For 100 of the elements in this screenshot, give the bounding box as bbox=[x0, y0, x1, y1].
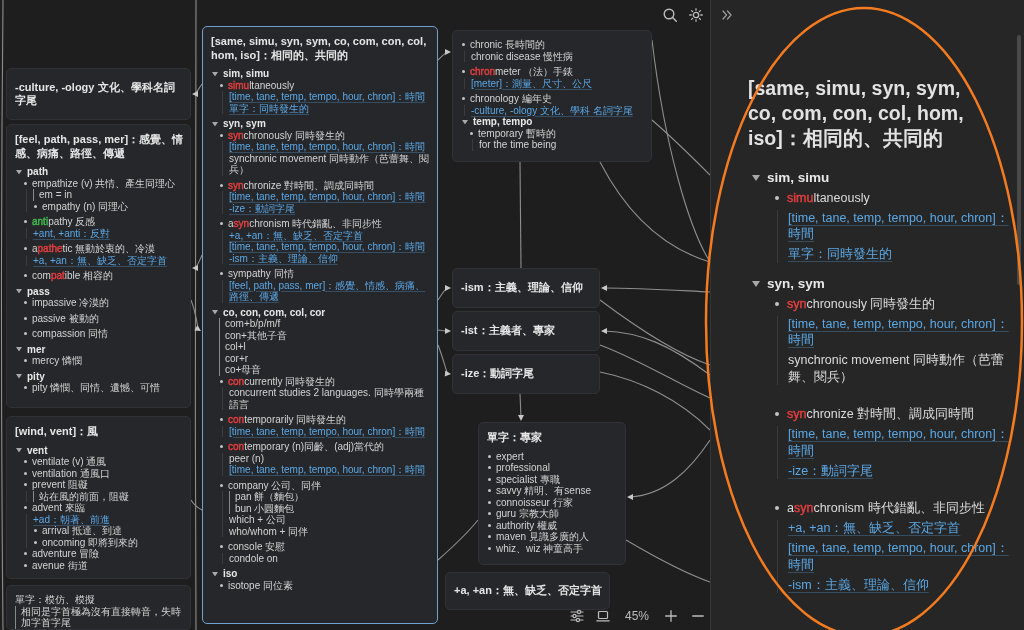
list-item-text: synchronously 同時發生的 bbox=[228, 129, 345, 141]
internal-link[interactable]: [time, tane, temp, tempo, hour, chron]：時間 bbox=[788, 315, 1010, 349]
list-item-text: ventilate (v) 通風 bbox=[32, 456, 107, 468]
triangle-icon[interactable] bbox=[462, 119, 468, 124]
internal-link[interactable]: [time, tane, temp, tempo, hour, chron]：時間 bbox=[788, 209, 1010, 243]
section-heading: sim, simu bbox=[223, 68, 270, 80]
canvas-card[interactable]: -ize：動詞字尾 bbox=[452, 354, 600, 394]
internal-link[interactable]: -culture, -ology 文化、學科 名詞字尾 bbox=[471, 104, 633, 116]
internal-link[interactable]: [time, tane, temp, tempo, hour, chron]：時間 bbox=[229, 464, 426, 476]
bullet-icon bbox=[24, 274, 27, 278]
card-title: 單字：專家 bbox=[487, 431, 543, 445]
bullet-icon bbox=[24, 181, 27, 185]
card-title: -ism：主義、理論、信仰 bbox=[461, 281, 583, 295]
section-heading: temp, tempo bbox=[473, 116, 533, 128]
internal-link[interactable]: +a, +an：無、缺乏、否定字首 bbox=[229, 229, 363, 241]
connector-arrow bbox=[437, 328, 451, 334]
bullet-icon bbox=[34, 204, 37, 208]
bullet-icon bbox=[488, 454, 491, 458]
internal-link[interactable]: 單字：同時發生的 bbox=[229, 102, 309, 114]
note-text: concurrent studies 2 languages. 同時學兩種語言 bbox=[229, 387, 424, 410]
bullet-icon bbox=[24, 359, 27, 363]
list-item-text: specialist 專職 bbox=[496, 473, 560, 485]
list-item-text: simultaneously bbox=[787, 189, 870, 206]
connector-arrow bbox=[192, 254, 203, 271]
canvas-card[interactable]: 單字：模仿、模擬 相同是字首極為沒有直接轉音，失時加字首字尾 bbox=[6, 585, 191, 630]
internal-link[interactable]: [time, tane, temp, tempo, hour, chron]：時間 bbox=[229, 241, 426, 253]
note-text: who/whom + 同伴 bbox=[229, 525, 309, 537]
note-text: for the time being bbox=[479, 139, 557, 150]
list-item-text: chronology 編年史 bbox=[470, 93, 552, 105]
internal-link[interactable]: -ism：主義、理論、信仰 bbox=[229, 252, 338, 264]
laptop-icon[interactable] bbox=[596, 609, 610, 623]
triangle-icon[interactable] bbox=[16, 374, 22, 379]
quote-text: pan 餅（麵包） bbox=[235, 491, 305, 502]
sun-icon[interactable] bbox=[689, 8, 703, 22]
connector-arrow bbox=[437, 285, 451, 301]
internal-link[interactable]: +ad：朝著、前進 bbox=[33, 513, 110, 525]
internal-link[interactable]: [time, tane, temp, tempo, hour, chron]：時間 bbox=[229, 191, 426, 203]
triangle-icon[interactable] bbox=[752, 174, 760, 181]
card-title: +a, +an：無、缺乏、否定字首 bbox=[454, 584, 602, 598]
bullet-icon bbox=[34, 540, 37, 544]
triangle-icon[interactable] bbox=[212, 71, 218, 76]
internal-link[interactable]: [time, tane, temp, tempo, hour, chron]：時間 bbox=[229, 425, 426, 437]
internal-link[interactable]: [time, tane, temp, tempo, hour, chron]：時間 bbox=[788, 426, 1010, 459]
list-item-text: empathize (v) 共情、產生同理心 bbox=[32, 177, 176, 189]
triangle-icon[interactable] bbox=[16, 347, 22, 352]
bullet-icon bbox=[462, 70, 465, 74]
bullet-icon bbox=[488, 466, 491, 470]
triangle-icon[interactable] bbox=[752, 280, 760, 287]
list-item-text: authority 權威 bbox=[496, 519, 558, 531]
internal-link[interactable]: -ism：主義、理論、信仰 bbox=[788, 576, 929, 593]
list-item-text: company 公司、同伴 bbox=[228, 479, 322, 491]
card-title: -culture, -ology 文化、學科名詞字尾 bbox=[15, 80, 176, 108]
triangle-icon[interactable] bbox=[16, 169, 22, 174]
triangle-icon[interactable] bbox=[212, 310, 218, 315]
bullet-icon bbox=[470, 131, 473, 135]
search-icon[interactable] bbox=[663, 8, 677, 22]
section-heading: syn, sym bbox=[223, 118, 266, 130]
canvas-card[interactable]: -ism：主義、理論、信仰 bbox=[452, 268, 600, 308]
quote-text: 站在風的前面，阻礙 bbox=[39, 490, 129, 502]
canvas-card[interactable] bbox=[202, 26, 438, 624]
list-item-text: isotope 同位素 bbox=[228, 579, 294, 591]
connector-arrow bbox=[192, 83, 203, 97]
quote-text: co+母音 bbox=[225, 364, 262, 375]
plus-icon[interactable] bbox=[665, 610, 678, 622]
internal-link[interactable]: [feel, path, pass, mer]：感覺、情感、病痛、路徑、傳遞 bbox=[229, 279, 431, 303]
double-chevron-icon[interactable] bbox=[722, 10, 732, 20]
bullet-icon bbox=[220, 272, 223, 276]
triangle-icon[interactable] bbox=[212, 571, 218, 576]
list-item-text: simultaneously bbox=[228, 79, 295, 91]
list-item-text: oncoming 即將到來的 bbox=[42, 536, 139, 548]
internal-link[interactable]: [time, tane, temp, tempo, hour, chron]：時間 bbox=[229, 141, 426, 153]
list-item-text: concurrently 同時發生的 bbox=[228, 375, 336, 387]
canvas-card[interactable]: +a, +an：無、缺乏、否定字首 bbox=[445, 572, 610, 610]
internal-link[interactable]: +a, +an：無、缺乏、否定字首 bbox=[788, 520, 961, 537]
internal-link[interactable]: -ize：動詞字尾 bbox=[229, 202, 296, 214]
bullet-icon bbox=[24, 506, 27, 510]
triangle-icon[interactable] bbox=[16, 448, 22, 453]
list-item-text: chronmeter （法）手錶 bbox=[470, 66, 574, 78]
zoom-level[interactable]: 45% bbox=[625, 608, 650, 624]
canvas-card[interactable]: -ist：主義者、專家 bbox=[452, 311, 600, 351]
bullet-icon bbox=[24, 220, 27, 224]
internal-link[interactable]: [meter]：測量、尺寸、公尺 bbox=[471, 77, 593, 89]
bullet-icon bbox=[775, 506, 779, 511]
bullet-icon bbox=[220, 379, 223, 383]
internal-link[interactable]: 單字：同時發生的 bbox=[788, 246, 892, 263]
bullet-icon bbox=[462, 97, 465, 101]
scrollbar-thumb[interactable] bbox=[1017, 35, 1021, 285]
canvas-card[interactable]: [wind, vent]：風 vent ventilate (v) 通風 ventilation 通風口 prevent 阻礙 站在風的前面，阻礙 advent 來臨 +ad：朝著、前進 arrival 抵達、到達 oncoming 即將到來的 adventure 冒險 avenue 街道 bbox=[6, 416, 191, 579]
triangle-icon[interactable] bbox=[16, 289, 22, 294]
canvas-card[interactable]: chronic 長時間的 chronic disease 慢性病 chronmeter （法）手錶 [meter]：測量、尺寸、公尺 chronology 編年史 -culture, -ology 文化、學科 名詞字尾 temp, tempo temporary 暫時的 for the time being bbox=[452, 30, 652, 162]
internal-link[interactable]: +ant, +anti：反對 bbox=[33, 227, 111, 239]
canvas-card[interactable]: 單字：專家 expert professional specialist 專職 savvy 精明、有sense connoisseur 行家 guru 宗教大師 authority 權威 maven 見識多廣的人 whiz、wiz 神童高手 bbox=[478, 422, 626, 565]
canvas-card[interactable] bbox=[6, 124, 191, 408]
internal-link[interactable]: +a, +an：無、缺乏、否定字首 bbox=[33, 254, 167, 266]
sliders-icon[interactable] bbox=[570, 609, 584, 623]
triangle-icon[interactable] bbox=[212, 121, 218, 126]
canvas-card[interactable]: -culture, -ology 文化、學科名詞字尾 bbox=[6, 68, 191, 120]
internal-link[interactable]: -ize：動詞字尾 bbox=[788, 462, 874, 479]
list-item-text: contemporary (n)同齡、(adj)當代的 bbox=[228, 441, 385, 453]
internal-link[interactable]: [time, tane, temp, tempo, hour, chron]：時間 bbox=[229, 91, 426, 103]
